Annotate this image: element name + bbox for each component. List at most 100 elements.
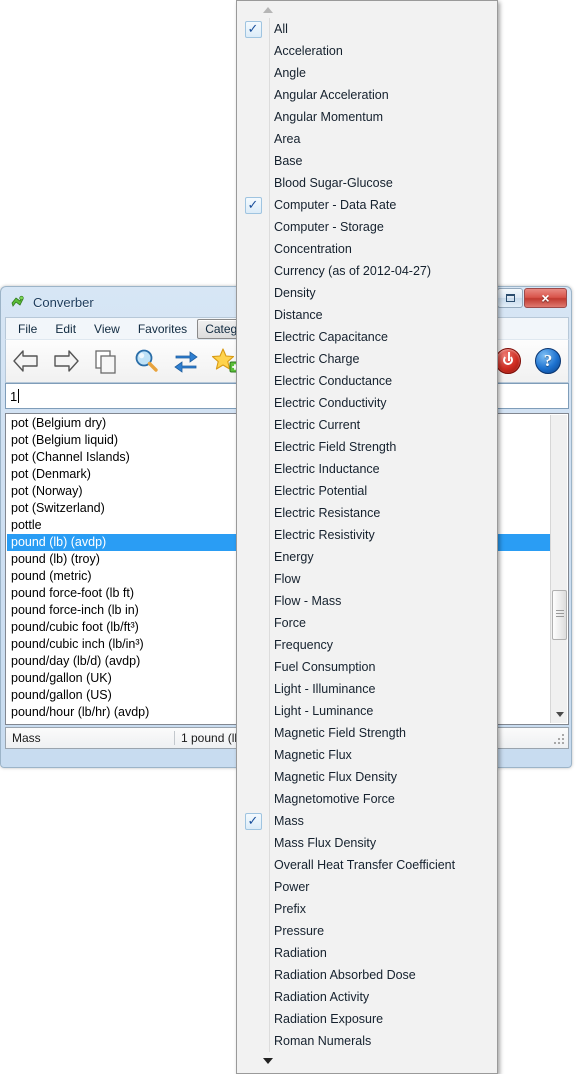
category-menu-item-label: Fuel Consumption <box>274 660 376 674</box>
category-menu-item[interactable]: Acceleration <box>237 40 497 62</box>
menu-item-favorites[interactable]: Favorites <box>130 319 195 339</box>
category-menu-item-label: Roman Numerals <box>274 1034 372 1048</box>
dropdown-scroll-up-button[interactable] <box>237 1 497 18</box>
scroll-up-arrow-icon <box>263 6 273 13</box>
window-controls: × <box>497 288 567 308</box>
category-menu-item-label: Frequency <box>274 638 334 652</box>
category-menu-item[interactable]: Electric Resistivity <box>237 524 497 546</box>
category-menu-item[interactable]: Blood Sugar-Glucose <box>237 172 497 194</box>
category-menu-item-label: Electric Field Strength <box>274 440 397 454</box>
category-menu-item-label: Area <box>274 132 301 146</box>
category-menu-item[interactable]: Pressure <box>237 920 497 942</box>
category-menu-item[interactable]: ✓ All <box>237 18 497 40</box>
category-menu-item[interactable]: Density <box>237 282 497 304</box>
category-menu-item[interactable]: Fuel Consumption <box>237 656 497 678</box>
back-arrow-icon[interactable] <box>6 341 46 381</box>
category-menu-item[interactable]: Flow <box>237 568 497 590</box>
category-menu-item[interactable]: Electric Charge <box>237 348 497 370</box>
category-menu-item[interactable]: Radiation Absorbed Dose <box>237 964 497 986</box>
category-menu-item[interactable]: Electric Field Strength <box>237 436 497 458</box>
category-menu-item[interactable]: Force <box>237 612 497 634</box>
swap-arrows-icon[interactable] <box>166 341 206 381</box>
category-menu-item[interactable]: Electric Current <box>237 414 497 436</box>
category-menu-item-label: Magnetomotive Force <box>274 792 395 806</box>
category-menu-item[interactable]: Radiation <box>237 942 497 964</box>
category-menu-item[interactable]: Electric Conductivity <box>237 392 497 414</box>
category-menu-item[interactable]: Angular Momentum <box>237 106 497 128</box>
category-menu-item[interactable]: Magnetic Flux <box>237 744 497 766</box>
search-magnifier-icon[interactable] <box>126 341 166 381</box>
category-menu-item-label: Angular Momentum <box>274 110 384 124</box>
menu-item-edit[interactable]: Edit <box>47 319 84 339</box>
category-menu-item[interactable]: Roman Numerals <box>237 1030 497 1052</box>
category-menu-item[interactable]: Angle <box>237 62 497 84</box>
category-menu-item-label: Currency (as of 2012-04-27) <box>274 264 432 278</box>
converber-logo-icon <box>9 294 25 310</box>
category-menu-item[interactable]: Light - Luminance <box>237 700 497 722</box>
checkbox-checked-icon[interactable]: ✓ <box>244 812 262 830</box>
category-menu-item-label: Radiation Exposure <box>274 1012 384 1026</box>
category-menu-item[interactable]: Electric Potential <box>237 480 497 502</box>
category-checkbox-slot: ✓ <box>237 196 269 214</box>
resize-grip-icon[interactable] <box>554 734 566 746</box>
copy-icon[interactable] <box>86 341 126 381</box>
forward-arrow-icon[interactable] <box>46 341 86 381</box>
category-menu-item-label: Concentration <box>274 242 352 256</box>
scrollbar-down-arrow-icon[interactable] <box>551 706 568 723</box>
menu-item-file[interactable]: File <box>10 319 45 339</box>
category-menu-item[interactable]: Light - Illuminance <box>237 678 497 700</box>
category-menu-item-label: Prefix <box>274 902 306 916</box>
category-menu-item[interactable]: Flow - Mass <box>237 590 497 612</box>
value-input-text: 1 <box>10 388 18 404</box>
category-menu-item[interactable]: Energy <box>237 546 497 568</box>
category-menu-item-label: Radiation Activity <box>274 990 370 1004</box>
category-menu-item[interactable]: Computer - Storage <box>237 216 497 238</box>
category-menu-item[interactable]: Electric Conductance <box>237 370 497 392</box>
category-menu-item-label: Magnetic Flux <box>274 748 352 762</box>
category-menu-item[interactable]: Area <box>237 128 497 150</box>
category-menu-item[interactable]: Currency (as of 2012-04-27) <box>237 260 497 282</box>
category-menu-item[interactable]: Angular Acceleration <box>237 84 497 106</box>
category-checkbox-slot: ✓ <box>237 812 269 830</box>
category-menu-item[interactable]: Radiation Activity <box>237 986 497 1008</box>
category-menu-item-label: Computer - Storage <box>274 220 384 234</box>
category-menu-item[interactable]: Base <box>237 150 497 172</box>
category-menu-item-label: Distance <box>274 308 323 322</box>
category-menu-item[interactable]: Overall Heat Transfer Coefficient <box>237 854 497 876</box>
category-menu-item[interactable]: Concentration <box>237 238 497 260</box>
category-menu-item[interactable]: Magnetomotive Force <box>237 788 497 810</box>
text-caret <box>18 389 20 403</box>
category-menu-item[interactable]: Electric Resistance <box>237 502 497 524</box>
close-button[interactable]: × <box>524 288 567 308</box>
category-menu-item-label: Electric Inductance <box>274 462 380 476</box>
category-menu-item[interactable]: Prefix <box>237 898 497 920</box>
category-menu-item[interactable]: Magnetic Field Strength <box>237 722 497 744</box>
category-menu-item[interactable]: ✓ Computer - Data Rate <box>237 194 497 216</box>
category-menu-item[interactable]: Mass Flux Density <box>237 832 497 854</box>
category-menu-item[interactable]: Power <box>237 876 497 898</box>
category-menu-item[interactable]: Electric Capacitance <box>237 326 497 348</box>
category-checkbox-slot: ✓ <box>237 20 269 38</box>
category-menu-item-label: Electric Conductance <box>274 374 393 388</box>
category-menu-item-label: Mass <box>274 814 304 828</box>
status-category: Mass <box>6 731 175 745</box>
category-menu-item[interactable]: Frequency <box>237 634 497 656</box>
category-menu-item[interactable]: ✓ Mass <box>237 810 497 832</box>
checkbox-checked-icon[interactable]: ✓ <box>244 196 262 214</box>
category-menu-item[interactable]: Electric Inductance <box>237 458 497 480</box>
category-menu-item-label: Overall Heat Transfer Coefficient <box>274 858 456 872</box>
scrollbar-thumb[interactable] <box>552 590 567 640</box>
category-menu-item[interactable]: Radiation Exposure <box>237 1008 497 1030</box>
category-menu-item-label: Magnetic Flux Density <box>274 770 397 784</box>
category-menu-item[interactable]: Distance <box>237 304 497 326</box>
scrollbar-grip-icon <box>556 610 564 619</box>
category-menu-item-label: Base <box>274 154 303 168</box>
scroll-down-arrow-icon <box>263 1057 273 1064</box>
unit-list-scrollbar[interactable] <box>550 415 567 723</box>
restore-button[interactable] <box>497 288 523 308</box>
category-menu-item[interactable]: Magnetic Flux Density <box>237 766 497 788</box>
help-icon[interactable]: ? <box>528 341 568 381</box>
checkbox-checked-icon[interactable]: ✓ <box>244 20 262 38</box>
menu-item-view[interactable]: View <box>86 319 128 339</box>
dropdown-scroll-down-button[interactable] <box>237 1052 497 1069</box>
